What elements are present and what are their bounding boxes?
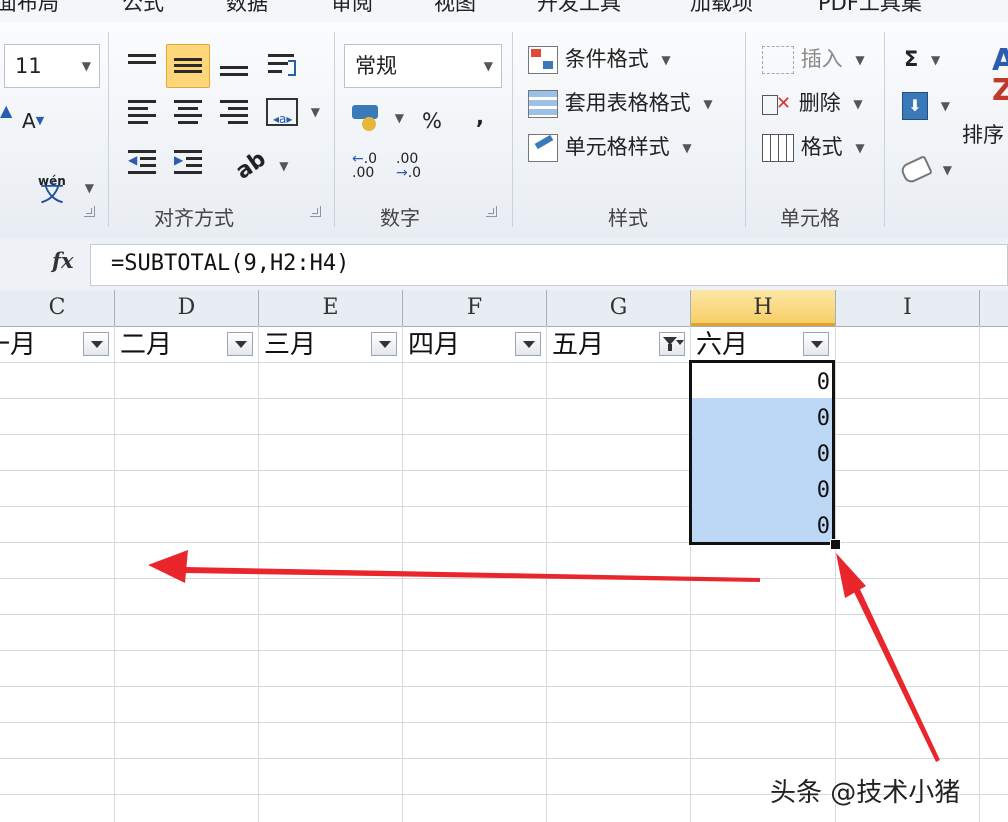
watermark-text: 头条 @技术小猪 bbox=[770, 778, 961, 808]
left-arrow-icon bbox=[148, 550, 760, 583]
up-arrow-icon bbox=[836, 553, 940, 762]
annotation-arrows bbox=[148, 550, 940, 762]
